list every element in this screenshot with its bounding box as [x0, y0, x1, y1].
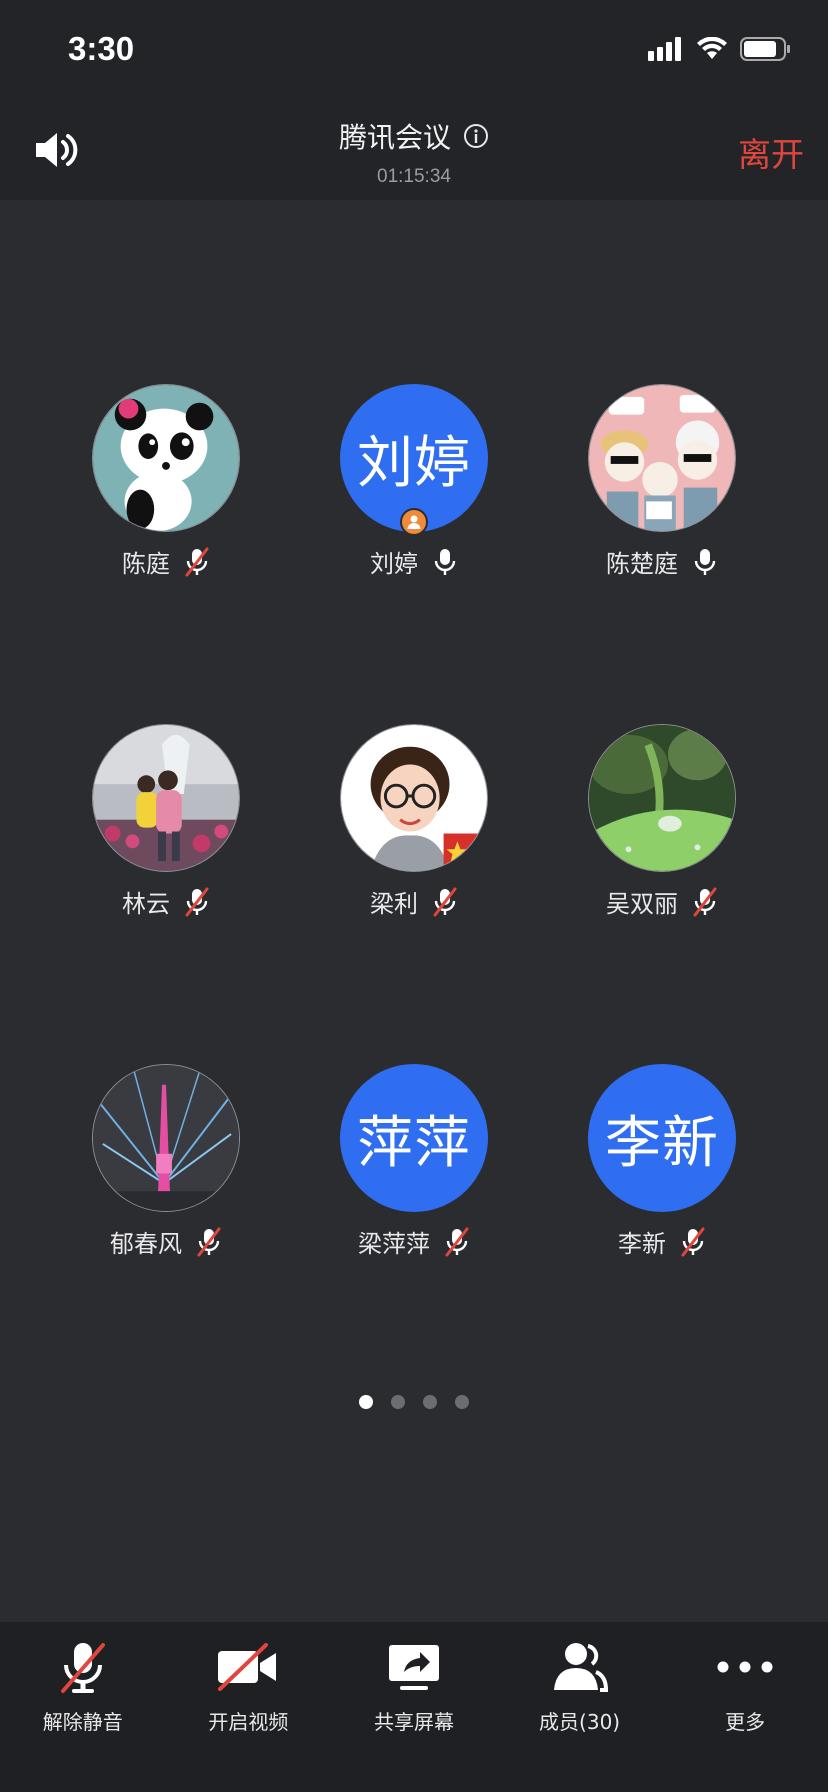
participant-tile[interactable]: 陈楚庭	[542, 384, 782, 584]
start-video-button[interactable]: 开启视频	[166, 1622, 332, 1792]
mic-muted-icon	[433, 887, 457, 916]
page-dot-1[interactable]	[359, 1395, 373, 1409]
participant-name: 郁春风	[110, 1230, 182, 1258]
tower-lights-avatar-image	[93, 1065, 239, 1211]
meeting-title-area: 腾讯会议 01:15:34	[0, 116, 828, 188]
bottom-toolbar: 解除静音 开启视频 共享屏幕 成员(30) 更多	[0, 1622, 828, 1792]
mic-muted-icon	[185, 547, 209, 576]
page-dot-4[interactable]	[455, 1395, 469, 1409]
status-icons	[648, 36, 792, 62]
participant-name-row: 梁利	[294, 884, 534, 919]
meeting-timer: 01:15:34	[377, 166, 451, 187]
mic-on-icon	[694, 548, 716, 575]
participant-name: 梁利	[370, 890, 418, 918]
page-dot-2[interactable]	[391, 1395, 405, 1409]
page-indicator	[0, 1395, 828, 1409]
share-screen-label: 共享屏幕	[373, 1710, 454, 1734]
battery-icon	[740, 37, 790, 61]
mic-muted-icon	[693, 887, 717, 916]
mic-on-icon	[434, 548, 456, 575]
participant-name-row: 刘婷	[294, 544, 534, 579]
members-button[interactable]: 成员(30)	[497, 1622, 663, 1792]
avatar: 萍萍	[340, 1064, 488, 1212]
participant-tile[interactable]: 吴双丽	[542, 724, 782, 924]
participant-tile[interactable]: 陈庭	[46, 384, 286, 584]
more-button[interactable]: 更多	[662, 1622, 828, 1792]
photo-people-avatar-image	[93, 725, 239, 871]
participant-name: 陈庭	[122, 550, 170, 578]
page-dot-3[interactable]	[423, 1395, 437, 1409]
status-time: 3:30	[68, 30, 135, 67]
participant-name: 刘婷	[370, 550, 418, 578]
participant-tile[interactable]: 梁利	[294, 724, 534, 924]
host-user-icon	[407, 515, 421, 529]
mic-muted-icon	[445, 1227, 469, 1256]
members-icon	[553, 1643, 608, 1692]
video-off-icon	[218, 1643, 277, 1691]
avatar	[340, 724, 488, 872]
unmute-label: 解除静音	[42, 1710, 123, 1734]
avatar	[92, 384, 240, 532]
cartoon-group-avatar-image	[589, 385, 735, 531]
mic-muted-icon	[60, 1643, 105, 1693]
avatar	[588, 724, 736, 872]
cellular-signal-icon	[648, 37, 681, 61]
leave-button[interactable]: 离开	[738, 128, 804, 176]
participant-tile[interactable]: 刘婷 刘婷	[294, 384, 534, 584]
participant-name-row: 吴双丽	[542, 884, 782, 919]
host-badge	[400, 508, 428, 536]
participant-name: 吴双丽	[606, 890, 678, 918]
participant-name: 李新	[618, 1230, 666, 1258]
participant-name: 林云	[122, 890, 170, 918]
participant-name-row: 陈庭	[46, 544, 286, 579]
meeting-header: 腾讯会议 01:15:34 离开	[0, 100, 828, 200]
panda-avatar-image	[93, 385, 239, 531]
participant-name-row: 梁萍萍	[294, 1224, 534, 1259]
participant-name-row: 郁春风	[46, 1224, 286, 1259]
share-screen-button[interactable]: 共享屏幕	[331, 1622, 497, 1792]
participant-tile[interactable]: 李新 李新	[542, 1064, 782, 1264]
participant-tile[interactable]: 郁春风	[46, 1064, 286, 1264]
more-label: 更多	[725, 1710, 766, 1734]
mic-muted-icon	[681, 1227, 705, 1256]
avatar	[588, 384, 736, 532]
members-label: 成员(30)	[539, 1710, 621, 1734]
participant-name-row: 陈楚庭	[542, 544, 782, 579]
participant-name-row: 李新	[542, 1224, 782, 1259]
status-bar: 3:30	[0, 0, 828, 100]
info-icon[interactable]	[463, 123, 489, 149]
participant-tile[interactable]: 萍萍 梁萍萍	[294, 1064, 534, 1264]
cartoon-woman-avatar-image	[341, 725, 487, 871]
share-screen-icon	[388, 1645, 439, 1690]
participant-name-row: 林云	[46, 884, 286, 919]
unmute-button[interactable]: 解除静音	[0, 1622, 166, 1792]
mic-muted-icon	[197, 1227, 221, 1256]
leaf-droplet-avatar-image	[589, 725, 735, 871]
start-video-label: 开启视频	[208, 1710, 289, 1734]
more-dots-icon	[717, 1661, 773, 1673]
avatar: 李新	[588, 1064, 736, 1212]
avatar	[92, 1064, 240, 1212]
avatar	[92, 724, 240, 872]
participant-tile[interactable]: 林云	[46, 724, 286, 924]
wifi-icon	[697, 37, 727, 59]
participant-name: 梁萍萍	[358, 1230, 430, 1258]
participant-name: 陈楚庭	[606, 550, 678, 578]
meeting-title: 腾讯会议	[338, 121, 451, 154]
mic-muted-icon	[185, 887, 209, 916]
